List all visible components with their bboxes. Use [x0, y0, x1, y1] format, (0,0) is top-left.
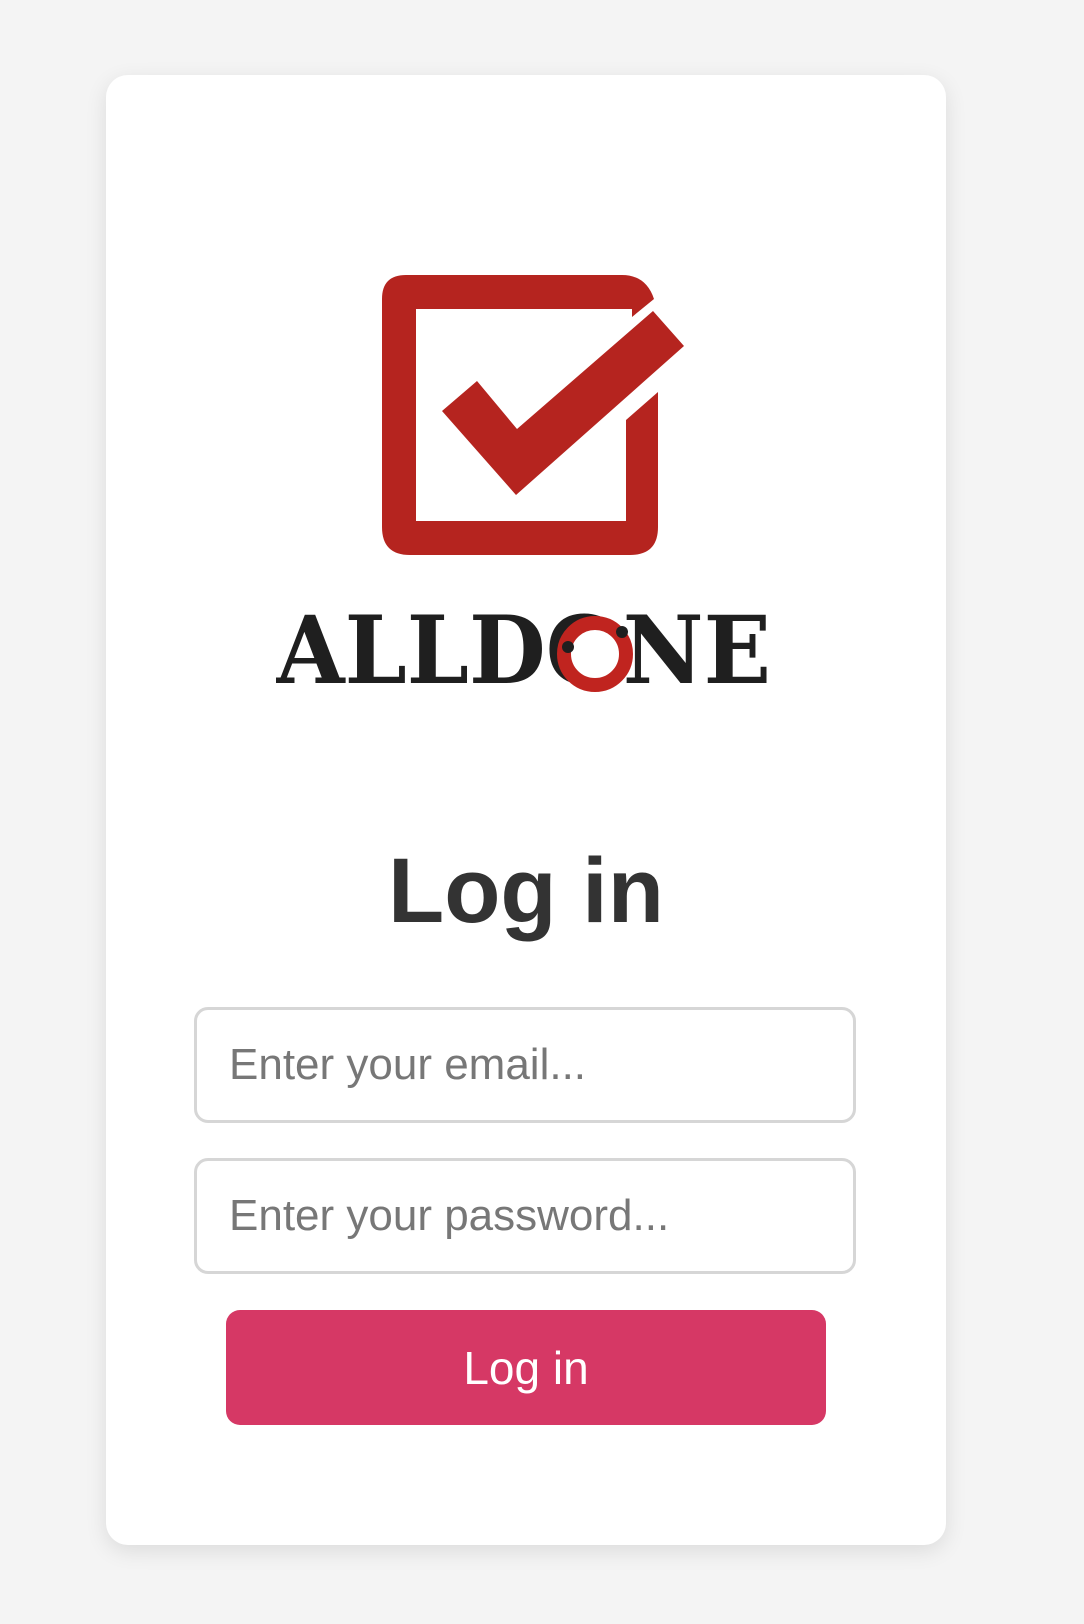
brand-wordmark: ALLDONE [276, 597, 771, 706]
brand-o-ring [557, 616, 633, 692]
login-title: Log in [388, 840, 664, 942]
svg-text:ALLDONE: ALLDONE [276, 597, 771, 706]
checkbox-check-icon [382, 275, 684, 555]
login-button[interactable]: Log in [226, 1310, 826, 1425]
login-card: ALLDONE Log in Log in [106, 75, 946, 1545]
password-field[interactable] [194, 1158, 856, 1274]
email-field[interactable] [194, 1007, 856, 1123]
alldone-logo: ALLDONE [106, 75, 946, 795]
